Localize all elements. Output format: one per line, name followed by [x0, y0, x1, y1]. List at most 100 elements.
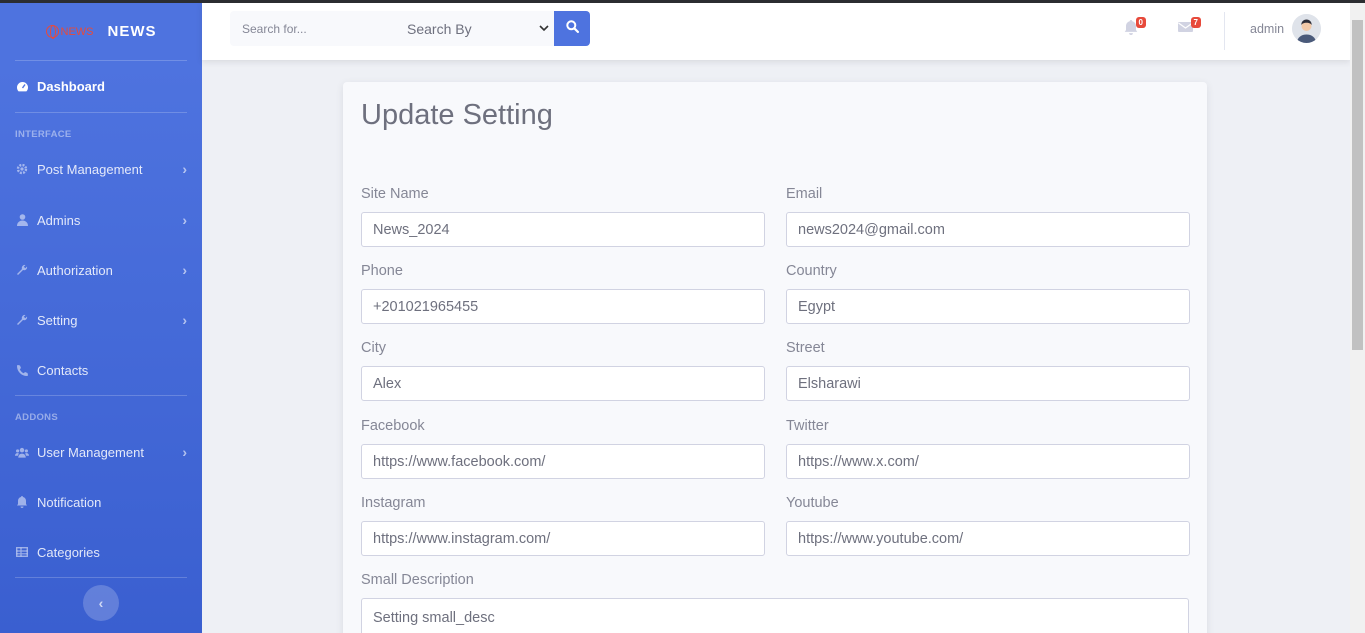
avatar [1292, 14, 1322, 43]
sidebar-item-label: Authorization [37, 262, 113, 278]
chevron-right-icon: › [182, 312, 187, 328]
sidebar-item-post-management[interactable]: Post Management › [0, 144, 202, 194]
small-description-label: Small Description [361, 572, 474, 588]
phone-icon [15, 363, 29, 377]
gear-icon [15, 162, 29, 176]
user-dropdown[interactable]: admin [1250, 14, 1322, 43]
sidebar-item-authorization[interactable]: Authorization › [0, 245, 202, 295]
wrench-icon [15, 313, 29, 327]
sidebar-item-setting[interactable]: Setting › [0, 295, 202, 345]
search-input[interactable] [230, 11, 390, 46]
wrench-icon [15, 263, 29, 277]
sidebar-item-label: Post Management [37, 161, 143, 177]
site-name-input[interactable]: News_2024 [361, 212, 765, 247]
small-description-input[interactable]: Setting small_desc [361, 598, 1189, 633]
sidebar-item-label: Admins [37, 212, 81, 228]
sidebar-item-label: Notification [37, 494, 102, 510]
sidebar-heading-addons: ADDONS [15, 412, 58, 423]
topbar-divider [1224, 12, 1225, 50]
chevron-right-icon: › [182, 161, 187, 177]
tachometer-icon [15, 80, 29, 94]
instagram-input[interactable]: https://www.instagram.com/ [361, 521, 765, 556]
instagram-value: https://www.instagram.com/ [373, 530, 551, 547]
browser-top-edge [0, 0, 1365, 3]
street-value: Elsharawi [798, 375, 861, 392]
twitter-input[interactable]: https://www.x.com/ [786, 444, 1190, 479]
search-button[interactable] [554, 11, 590, 46]
sidebar-item-label: Contacts [37, 362, 89, 378]
phone-group: Phone +201021965455 [361, 263, 765, 324]
search-by-select[interactable]: Search By [390, 11, 554, 46]
instagram-label: Instagram [361, 495, 426, 511]
city-value: Alex [373, 375, 402, 392]
sidebar-item-label: Categories [37, 544, 100, 560]
sidebar-heading-interface: INTERFACE [15, 129, 72, 140]
brand-logo: NEWS [45, 25, 94, 39]
user-icon [15, 213, 29, 227]
youtube-value: https://www.youtube.com/ [798, 530, 964, 547]
street-input[interactable]: Elsharawi [786, 366, 1190, 401]
alerts-button[interactable]: 0 [1124, 17, 1146, 40]
sidebar-item-categories[interactable]: Categories [0, 527, 202, 577]
sidebar-brand[interactable]: NEWS NEWS [0, 3, 202, 60]
sidebar-item-dashboard[interactable]: Dashboard [0, 61, 202, 112]
youtube-group: Youtube https://www.youtube.com/ [786, 495, 1190, 556]
update-setting-card: Update Setting Site Name News_2024 Email… [343, 82, 1207, 633]
chevron-right-icon: › [182, 444, 187, 460]
city-input[interactable]: Alex [361, 366, 765, 401]
users-icon [15, 445, 29, 459]
chevron-right-icon: › [182, 212, 187, 228]
twitter-group: Twitter https://www.x.com/ [786, 418, 1190, 479]
sidebar-item-contacts[interactable]: Contacts [0, 345, 202, 395]
messages-button[interactable]: 7 [1178, 17, 1201, 38]
table-icon [15, 545, 29, 559]
page-title: Update Setting [361, 99, 553, 131]
scrollbar-thumb[interactable] [1352, 20, 1363, 350]
facebook-label: Facebook [361, 418, 425, 434]
youtube-input[interactable]: https://www.youtube.com/ [786, 521, 1190, 556]
twitter-value: https://www.x.com/ [798, 453, 919, 470]
instagram-group: Instagram https://www.instagram.com/ [361, 495, 765, 556]
country-value: Egypt [798, 298, 836, 315]
email-value: news2024@gmail.com [798, 221, 945, 238]
youtube-label: Youtube [786, 495, 839, 511]
phone-input[interactable]: +201021965455 [361, 289, 765, 324]
twitter-label: Twitter [786, 418, 829, 434]
sidebar-item-notification[interactable]: Notification [0, 477, 202, 527]
city-label: City [361, 340, 386, 356]
small-description-group: Small Description Setting small_desc [361, 572, 1189, 633]
search-by-selected: Search By [407, 20, 472, 37]
phone-label: Phone [361, 263, 403, 279]
sidebar-divider [15, 577, 187, 578]
alerts-count-badge: 0 [1135, 17, 1146, 28]
sidebar-item-label: User Management [37, 444, 144, 460]
small-description-value: Setting small_desc [373, 610, 495, 626]
street-label: Street [786, 340, 825, 356]
email-group: Email news2024@gmail.com [786, 186, 1190, 247]
search-form: Search By [230, 11, 590, 46]
sidebar-item-admins[interactable]: Admins › [0, 195, 202, 245]
messages-count-badge: 7 [1190, 17, 1201, 28]
bell-icon [15, 495, 29, 509]
site-name-label: Site Name [361, 186, 429, 202]
country-label: Country [786, 263, 837, 279]
country-input[interactable]: Egypt [786, 289, 1190, 324]
email-label: Email [786, 186, 823, 202]
globe-icon [45, 25, 59, 39]
street-group: Street Elsharawi [786, 340, 1190, 401]
sidebar-item-user-management[interactable]: User Management › [0, 427, 202, 477]
topbar: Search By 0 7 admin [202, 3, 1350, 60]
facebook-input[interactable]: https://www.facebook.com/ [361, 444, 765, 479]
page-scrollbar[interactable] [1350, 3, 1365, 633]
sidebar-toggle-button[interactable]: ‹ [83, 585, 119, 621]
sidebar-item-label: Dashboard [37, 79, 105, 94]
username: admin [1250, 21, 1285, 36]
email-input[interactable]: news2024@gmail.com [786, 212, 1190, 247]
search-icon [565, 19, 579, 38]
sidebar: NEWS NEWS Dashboard INTERFACE Post Manag… [0, 3, 202, 633]
facebook-group: Facebook https://www.facebook.com/ [361, 418, 765, 479]
chevron-right-icon: › [182, 262, 187, 278]
sidebar-item-label: Setting [37, 312, 78, 328]
country-group: Country Egypt [786, 263, 1190, 324]
phone-value: +201021965455 [373, 298, 479, 315]
